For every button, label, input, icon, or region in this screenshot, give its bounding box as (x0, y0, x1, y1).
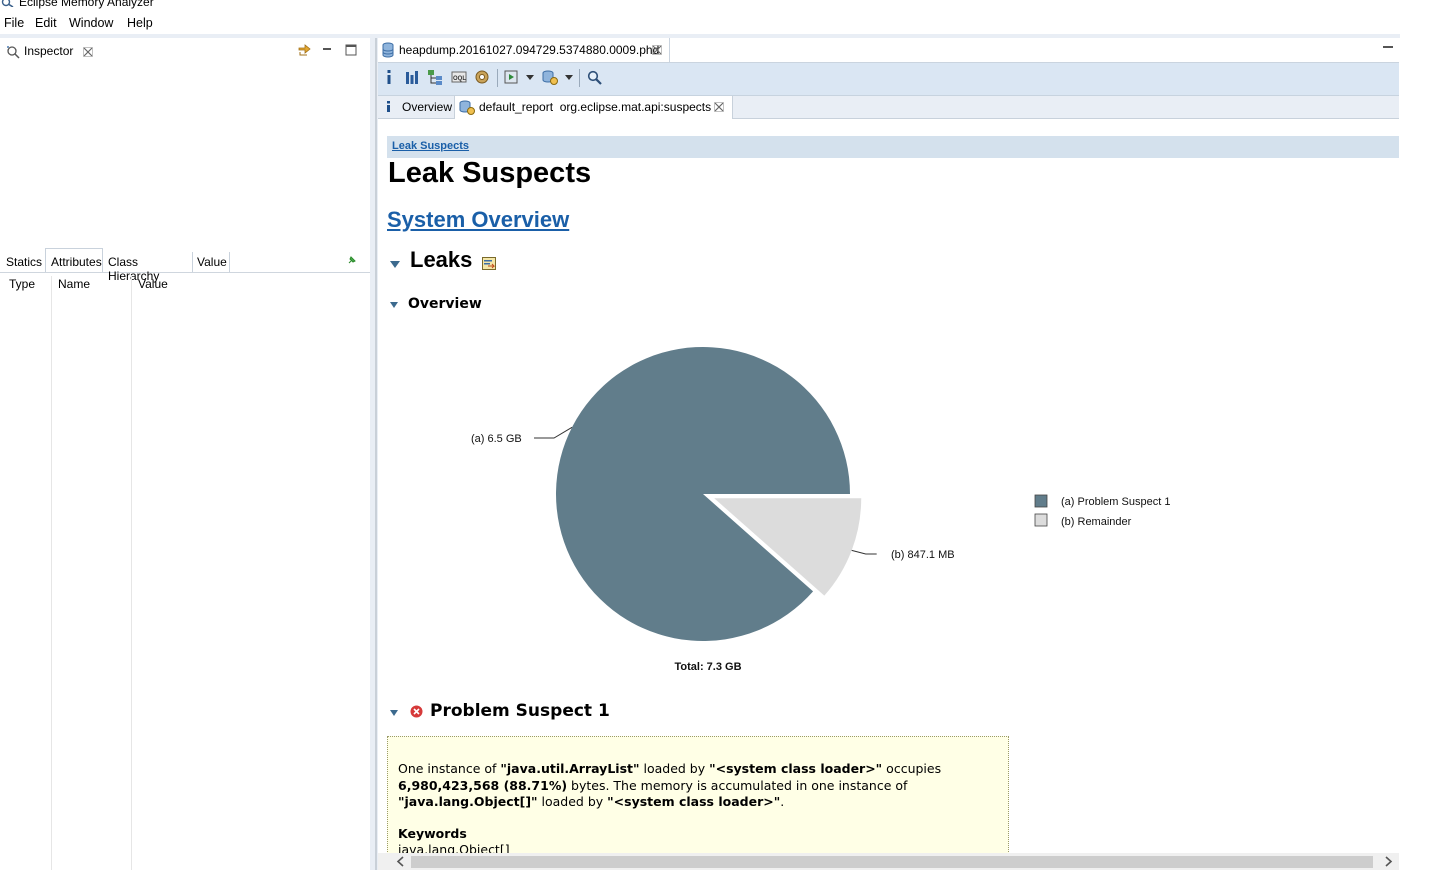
legend-label-problem-suspect-1: (a) Problem Suspect 1 (1061, 496, 1170, 508)
close-icon[interactable] (83, 47, 93, 57)
pin-icon[interactable] (347, 255, 357, 265)
breadcrumb-leak-suspects-link[interactable]: Leak Suspects (392, 140, 469, 152)
highlighted-value: "java.util.ArrayList" (500, 761, 640, 776)
minimize-icon[interactable] (1382, 44, 1394, 50)
legend-swatch-remainder (1034, 513, 1048, 527)
pane-splitter[interactable] (370, 38, 378, 870)
maximize-icon[interactable] (345, 44, 357, 56)
thread-overview-icon[interactable] (474, 69, 490, 85)
tab-overview[interactable]: Overview (378, 96, 455, 118)
tab-class-hierarchy[interactable]: Class Hierarchy (103, 252, 193, 283)
suspect-description-text: One instance of "java.util.ArrayList" lo… (398, 761, 998, 811)
minimize-icon[interactable] (321, 44, 333, 54)
scrollbar-thumb[interactable] (411, 856, 1373, 868)
pie-slice-problem-suspect-1[interactable] (556, 346, 850, 641)
report-content: Leak Suspects Leak Suspects System Overv… (378, 119, 1399, 870)
tab-overview-label: Overview (402, 100, 453, 114)
histogram-icon[interactable] (405, 70, 419, 84)
error-icon (410, 705, 423, 718)
problem-suspect-description: One instance of "java.util.ArrayList" lo… (387, 736, 1009, 870)
toolbar-separator (579, 69, 580, 87)
pie-label-b: (b) 847.1 MB (891, 549, 955, 561)
inspector-icon (7, 46, 20, 59)
window-title: Eclipse Memory Analyzer (19, 0, 154, 9)
highlighted-value: "java.lang.Object[]" (398, 794, 538, 809)
app-icon (1, 0, 14, 7)
highlighted-value: "<system class loader>" (709, 761, 883, 776)
menu-help[interactable]: Help (127, 16, 153, 30)
window-title-bar: Eclipse Memory Analyzer (0, 0, 1442, 12)
inspector-view: Inspector Statics Attributes Class Hiera… (0, 38, 370, 870)
overview-heading: Overview (408, 296, 482, 312)
leak-pie-chart: (a) 6.5 GB (b) 847.1 MB Total: 7.3 GB (a… (471, 346, 1170, 673)
description-text: occupies (882, 761, 942, 776)
horizontal-scrollbar[interactable] (378, 853, 1399, 870)
pie-label-leader (534, 426, 573, 439)
menu-edit[interactable]: Edit (35, 16, 57, 30)
heapdump-editor-tab[interactable]: heapdump.20161027.094729.5374880.0009.ph… (378, 38, 670, 62)
collapse-toggle-icon[interactable] (390, 261, 400, 268)
inspector-subtabs: Statics Attributes Class Hierarchy Value (0, 248, 370, 283)
menu-window[interactable]: Window (69, 16, 113, 30)
pie-total-label: Total: 7.3 GB (674, 661, 741, 673)
search-icon[interactable] (587, 70, 602, 85)
heapdump-tab-label: heapdump.20161027.094729.5374880.0009.ph… (399, 43, 660, 57)
description-text: . (780, 794, 785, 809)
page-title: Leak Suspects (388, 157, 592, 189)
highlighted-value: 6,980,423,568 (88.71%) (398, 777, 568, 793)
collapse-toggle-icon[interactable] (390, 710, 398, 716)
tab-default-report-label: default_report org.eclipse.mat.api:suspe… (479, 100, 712, 114)
tab-default-report[interactable]: default_report org.eclipse.mat.api:suspe… (455, 96, 733, 119)
tab-attributes[interactable]: Attributes (45, 248, 103, 272)
toolbar-separator (497, 69, 498, 87)
info-icon (387, 101, 390, 112)
inspector-tab-label: Inspector (24, 44, 74, 58)
run-report-icon[interactable] (504, 69, 520, 85)
dominator-tree-icon[interactable] (427, 69, 443, 85)
description-text: loaded by (639, 761, 710, 776)
tab-value[interactable]: Value (192, 252, 230, 272)
column-divider (51, 276, 52, 870)
column-name[interactable]: Name (58, 277, 90, 291)
scroll-left-icon[interactable] (396, 856, 404, 867)
oql-icon[interactable]: OQL (451, 69, 467, 85)
chevron-down-icon[interactable] (526, 75, 534, 81)
pie-label-leader (851, 549, 877, 555)
tab-statics[interactable]: Statics (1, 252, 45, 272)
close-icon[interactable] (652, 45, 662, 55)
description-text: One instance of (398, 761, 501, 776)
svg-text:OQL: OQL (453, 76, 466, 82)
column-divider (131, 276, 132, 870)
editor-toolbar: OQL (378, 63, 1399, 96)
legend-label-remainder: (b) Remainder (1061, 516, 1132, 528)
editor-tab-bar: heapdump.20161027.094729.5374880.0009.ph… (378, 38, 1399, 63)
column-type[interactable]: Type (9, 277, 35, 291)
column-value[interactable]: Value (138, 277, 168, 291)
details-link-icon[interactable] (482, 257, 496, 270)
result-tabs: Overview default_report org.eclipse.mat.… (378, 96, 1399, 119)
query-browser-icon[interactable] (541, 69, 559, 85)
attributes-table-header: Type Name Value (0, 276, 370, 294)
info-icon[interactable] (385, 70, 393, 84)
close-icon[interactable] (714, 102, 724, 112)
keywords-label: Keywords (398, 826, 467, 841)
collapse-toggle-icon[interactable] (390, 302, 398, 308)
breadcrumb: Leak Suspects (387, 136, 1399, 158)
inspector-tab[interactable]: Inspector (2, 40, 98, 62)
legend-swatch-problem-suspect-1 (1034, 494, 1048, 508)
menu-bar: File Edit Window Help (0, 14, 1442, 34)
system-overview-link[interactable]: System Overview (387, 207, 569, 233)
link-with-editor-icon[interactable] (297, 43, 313, 57)
menu-file[interactable]: File (4, 16, 24, 30)
pie-label-a: (a) 6.5 GB (471, 433, 522, 445)
report-icon (459, 100, 475, 115)
leaks-heading: Leaks (410, 247, 473, 272)
scroll-right-icon[interactable] (1385, 856, 1393, 867)
highlighted-value: "<system class loader>" (607, 794, 781, 809)
description-text: loaded by (537, 794, 608, 809)
description-text: bytes. The memory is accumulated in one … (567, 777, 908, 793)
problem-suspect-heading: Problem Suspect 1 (430, 701, 610, 721)
heapdump-icon (382, 42, 394, 58)
chevron-down-icon[interactable] (565, 75, 573, 81)
